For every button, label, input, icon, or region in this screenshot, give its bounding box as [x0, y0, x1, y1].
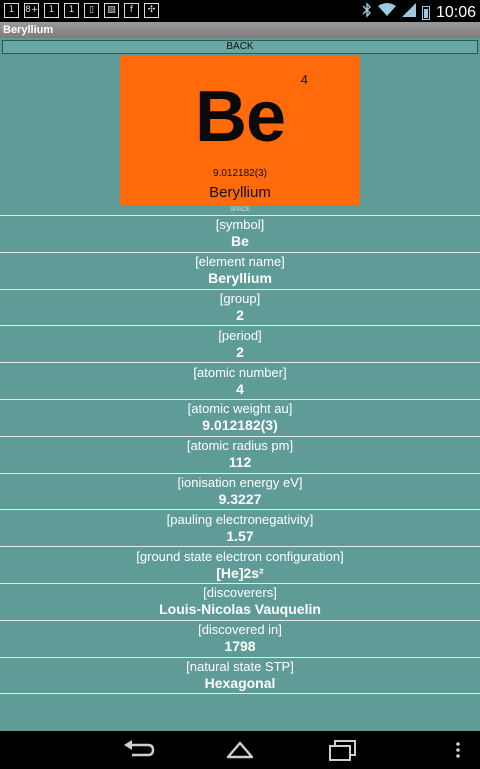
property-label: [discovered in] [198, 622, 282, 638]
property-row-atomic-radius: [atomic radius pm] 112 [0, 437, 480, 474]
app-title: Beryllium [0, 22, 480, 38]
tile-element-name: Beryllium [209, 184, 271, 201]
property-row-group: [group] 2 [0, 290, 480, 327]
property-label: [atomic number] [193, 364, 287, 380]
property-label: [ionisation energy eV] [177, 474, 303, 490]
property-value: 2 [236, 306, 244, 323]
property-row-electronegativity: [pauling electronegativity] 1.57 [0, 510, 480, 548]
property-value: 1798 [224, 638, 256, 655]
property-value: Hexagonal [204, 674, 276, 691]
battery-icon [421, 6, 430, 20]
property-label: [ground state electron configuration] [136, 548, 344, 564]
property-label: [period] [218, 327, 262, 343]
google-plus-icon: 8+ [24, 3, 39, 18]
home-icon[interactable] [220, 737, 260, 763]
property-label: [pauling electronegativity] [166, 511, 314, 527]
status-bar: 1 8+ 1 1 ▯ ▨ f ✣ 10:06 [0, 0, 480, 22]
property-row-ionisation-energy: [ionisation energy eV] 9.3227 [0, 474, 480, 511]
property-value: 9.012182(3) [202, 417, 278, 434]
signal-icon [401, 3, 416, 23]
back-icon[interactable] [118, 737, 158, 763]
wifi-icon [377, 3, 396, 23]
property-value: Louis-Nicolas Vauquelin [159, 601, 321, 618]
tile-atomic-weight: 9.012182(3) [213, 168, 267, 179]
property-label: [natural state STP] [186, 658, 294, 674]
clock: 10:06 [435, 4, 476, 21]
notification-icons: 1 8+ 1 1 ▯ ▨ f ✣ [4, 3, 159, 18]
notification-icon: 1 [4, 3, 19, 18]
notification-icon: 1 [44, 3, 59, 18]
property-label: [discoverers] [203, 585, 277, 601]
system-icons: 10:06 [362, 2, 476, 24]
property-row-atomic-number: [atomic number] 4 [0, 363, 480, 400]
property-row-discoverers: [discoverers] Louis-Nicolas Vauquelin [0, 584, 480, 621]
property-value: [He]2s² [216, 564, 264, 581]
property-row-discovered-in: [discovered in] 1798 [0, 621, 480, 658]
property-label: [group] [219, 290, 261, 306]
property-label: [atomic radius pm] [186, 438, 294, 454]
recent-apps-icon[interactable] [323, 737, 363, 763]
property-row-atomic-weight: [atomic weight au] 9.012182(3) [0, 400, 480, 437]
property-value: 112 [228, 454, 252, 471]
property-label: [atomic weight au] [187, 401, 293, 417]
property-label: [element name] [195, 254, 285, 270]
pinwheel-icon: ✣ [144, 3, 159, 18]
property-value: 4 [236, 380, 244, 397]
notification-icon: 1 [64, 3, 79, 18]
phone-icon: ▯ [84, 3, 99, 18]
property-value: 9.3227 [218, 490, 262, 507]
property-row-period: [period] 2 [0, 326, 480, 364]
element-detail-view: BACK 4 Be 9.012182(3) Beryllium SPACE [s… [0, 38, 480, 731]
property-list: [symbol] Be [element name] Beryllium [gr… [0, 215, 480, 695]
bluetooth-icon [362, 2, 372, 24]
property-row-natural-state: [natural state STP] Hexagonal [0, 658, 480, 695]
image-icon: ▨ [104, 3, 119, 18]
property-value: Be [231, 233, 249, 250]
back-button[interactable]: BACK [2, 40, 478, 54]
property-label: [symbol] [215, 217, 265, 233]
property-value: 2 [236, 343, 244, 360]
tile-symbol: Be [194, 77, 286, 157]
navigation-bar [0, 731, 480, 769]
property-row-electron-configuration: [ground state electron configuration] [H… [0, 547, 480, 584]
menu-icon[interactable] [448, 737, 468, 763]
property-row-element-name: [element name] Beryllium [0, 253, 480, 290]
property-row-symbol: [symbol] Be [0, 216, 480, 253]
tile-caption: SPACE [230, 207, 250, 213]
property-value: 1.57 [226, 527, 254, 544]
property-value: Beryllium [208, 270, 272, 287]
facebook-icon: f [124, 3, 139, 18]
element-tile: 4 Be 9.012182(3) Beryllium [120, 56, 360, 206]
